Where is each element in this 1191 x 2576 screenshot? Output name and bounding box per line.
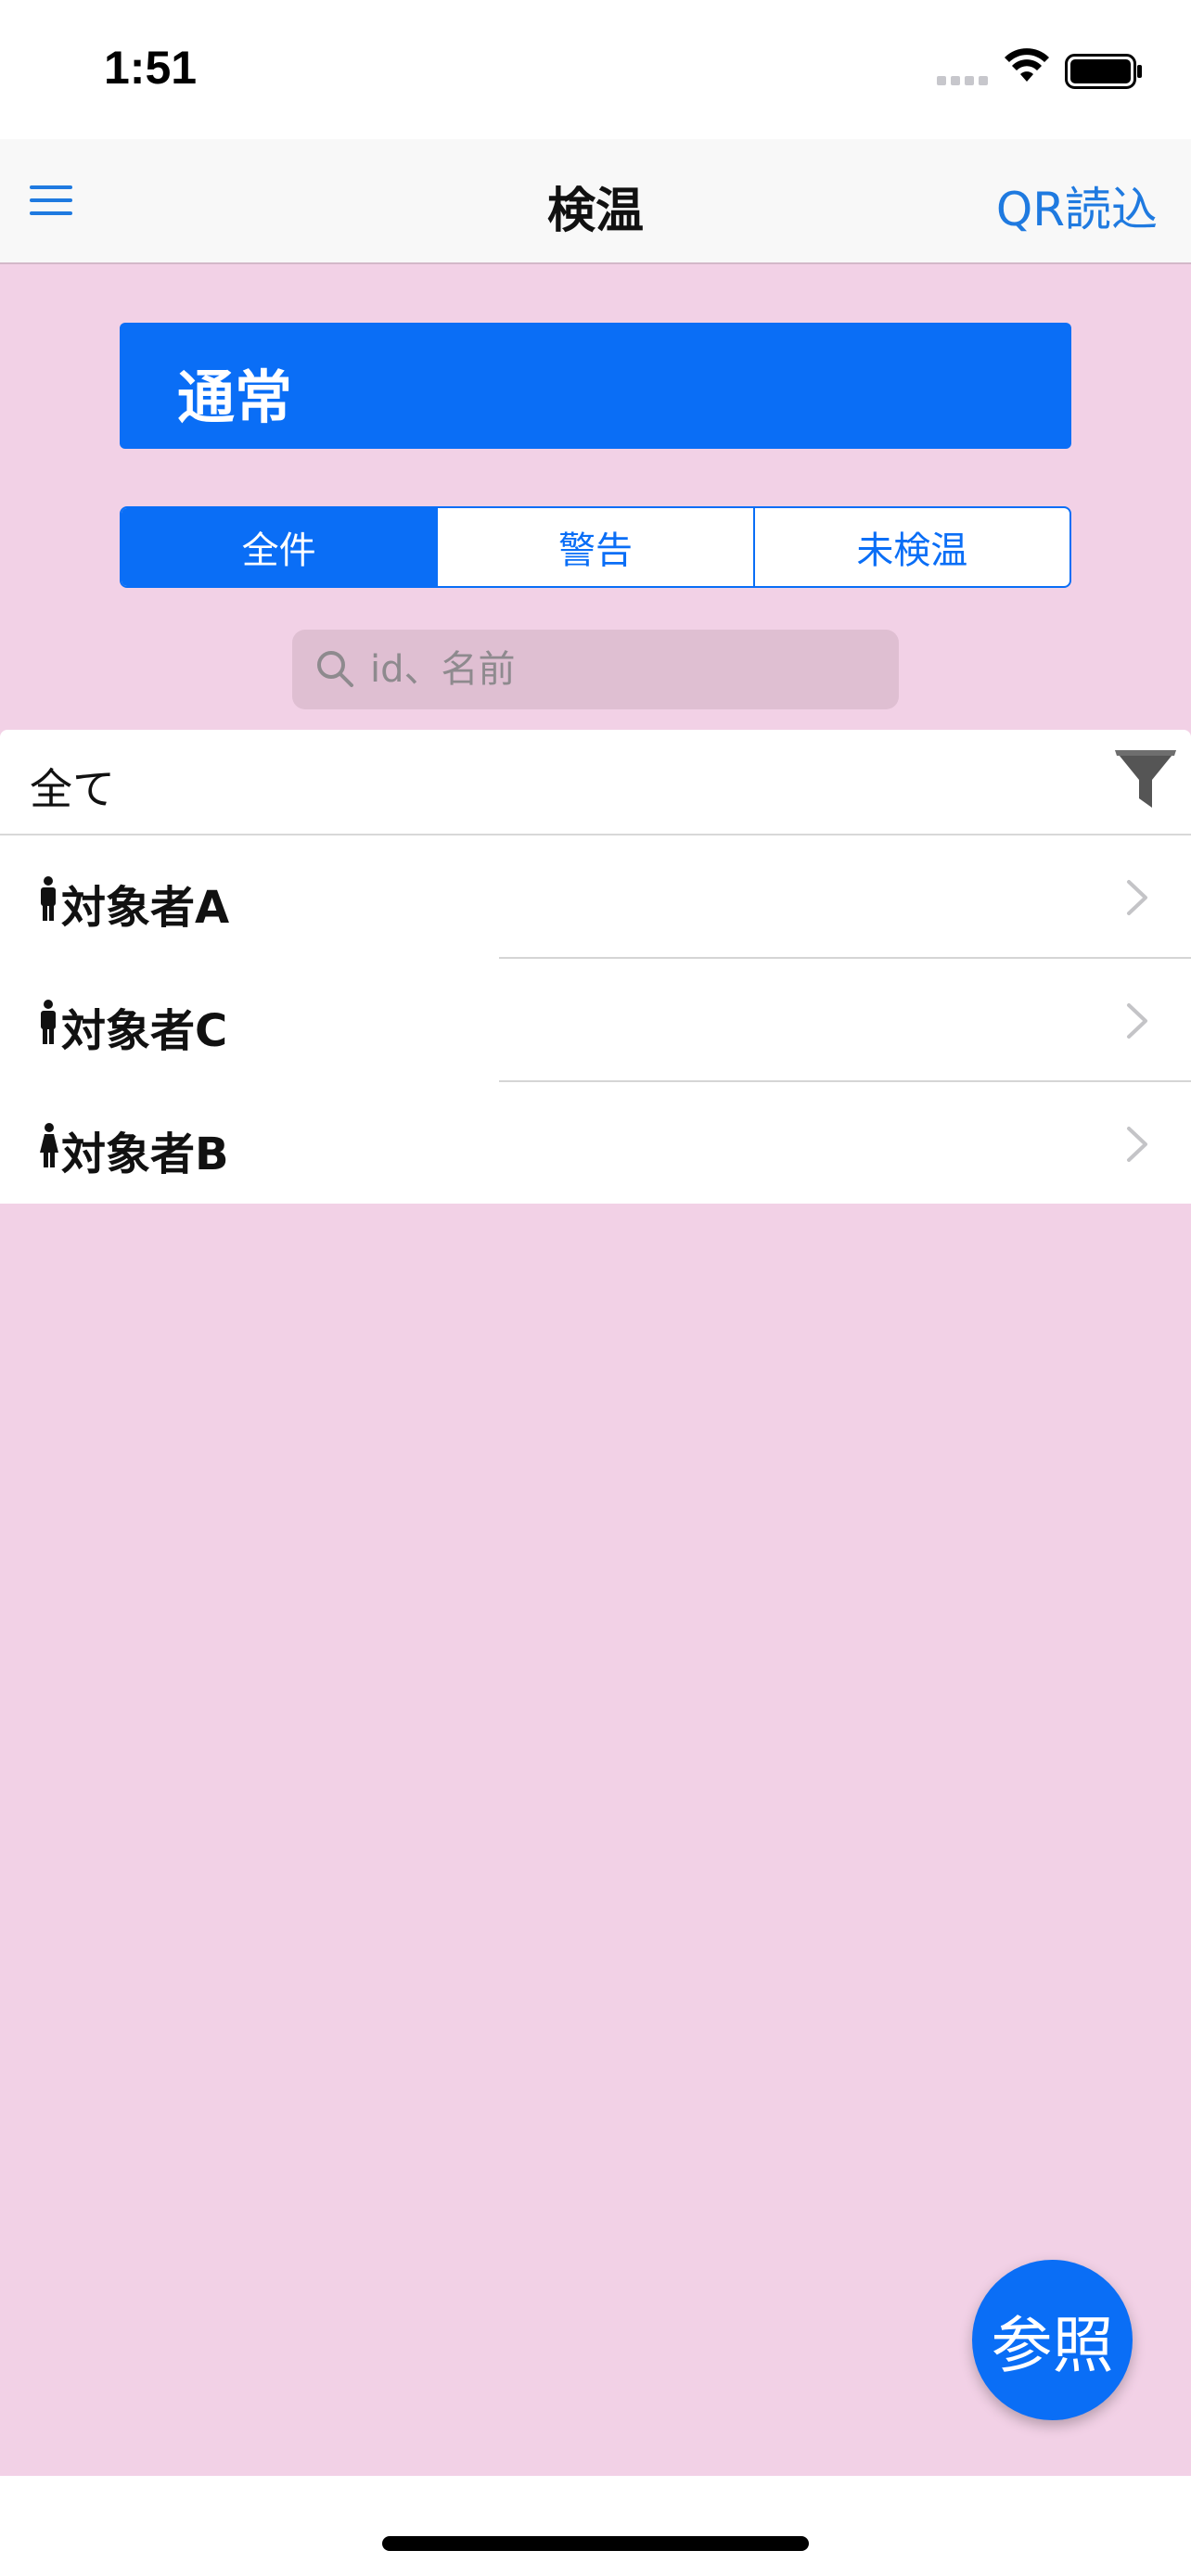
reference-fab-button[interactable]: 参照 <box>972 2260 1133 2420</box>
mode-banner-label: 通常 <box>177 363 293 431</box>
filter-label: 全て <box>30 764 115 814</box>
list-item-name: 対象者B <box>61 1129 229 1180</box>
mode-banner[interactable]: 通常 <box>120 323 1071 449</box>
search-bar <box>292 630 899 709</box>
person-male-icon <box>41 876 56 921</box>
segment-unmeasured[interactable]: 未検温 <box>752 508 1069 586</box>
cellular-signal-icon <box>937 76 988 85</box>
subject-list: 対象者A 対象者C 対象者B <box>0 835 1191 1204</box>
fab-label: 参照 <box>991 2309 1114 2381</box>
battery-icon <box>1065 54 1142 89</box>
list-item-name: 対象者C <box>61 1005 228 1057</box>
chevron-right-icon <box>1127 1127 1147 1162</box>
segmented-control: 全件 警告 未検温 <box>120 506 1071 588</box>
list-item-name: 対象者A <box>61 882 230 934</box>
filter-icon[interactable] <box>1113 746 1178 813</box>
filter-bar[interactable]: 全て <box>0 730 1191 835</box>
segment-all[interactable]: 全件 <box>122 508 437 586</box>
person-male-icon <box>41 1000 56 1044</box>
segment-warning[interactable]: 警告 <box>436 508 752 586</box>
search-input[interactable] <box>370 630 880 709</box>
wifi-icon <box>1005 48 1049 82</box>
search-icon <box>317 651 353 687</box>
status-time: 1:51 <box>104 42 198 94</box>
navigation-bar: 検温 QR読込 <box>0 139 1191 264</box>
person-female-icon <box>40 1123 58 1167</box>
list-item[interactable]: 対象者C <box>0 959 1191 1082</box>
status-bar: 1:51 <box>0 0 1191 139</box>
list-item[interactable]: 対象者B <box>0 1082 1191 1204</box>
list-item[interactable]: 対象者A <box>0 835 1191 959</box>
home-indicator[interactable] <box>382 2536 809 2551</box>
home-indicator-area <box>0 2476 1191 2576</box>
main-content: 通常 全件 警告 未検温 全て 対象者A <box>0 264 1191 2476</box>
chevron-right-icon <box>1127 880 1147 915</box>
qr-scan-button[interactable]: QR読込 <box>996 172 1158 239</box>
chevron-right-icon <box>1127 1003 1147 1039</box>
